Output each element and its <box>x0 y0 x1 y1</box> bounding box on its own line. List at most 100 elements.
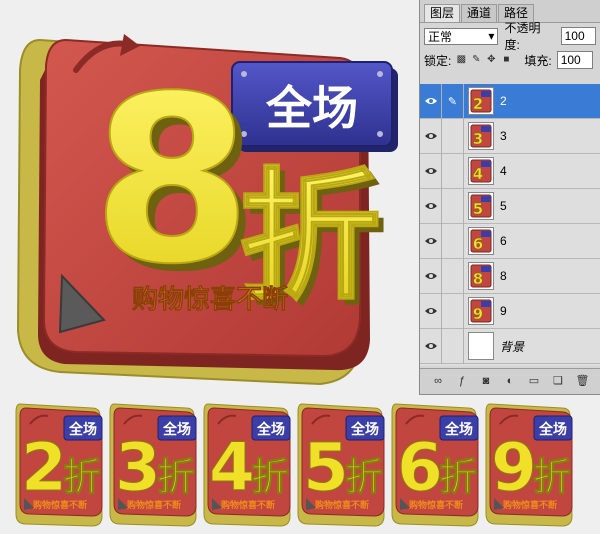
svg-text:6: 6 <box>473 235 483 253</box>
thumb-discount: 折 <box>439 455 477 499</box>
lock-label: 锁定: <box>424 53 452 68</box>
link-cell[interactable] <box>442 223 464 259</box>
layer-row[interactable]: ✎ 2 2 <box>420 83 600 119</box>
link-cell[interactable] <box>442 188 464 224</box>
visibility-eye-icon[interactable] <box>420 153 442 189</box>
layer-name: 6 <box>500 234 507 248</box>
thumb-word-all: 全场 <box>444 421 473 438</box>
layer-thumbnail: 8 <box>468 262 494 290</box>
link-cell[interactable] <box>442 328 464 364</box>
fill-input[interactable]: 100 <box>556 51 593 69</box>
layer-thumbnail <box>468 332 494 360</box>
thumb-discount: 折 <box>345 455 383 499</box>
layer-row[interactable]: 44 <box>420 153 600 189</box>
discount-thumbnail: 全场 5 折购物惊喜不断 <box>294 398 390 528</box>
link-cell[interactable] <box>442 118 464 154</box>
lock-transparency-icon[interactable]: ▩ <box>456 55 466 65</box>
big-badge-8: 全场 8 8 折 折 购物惊喜不断 <box>0 0 420 400</box>
new-group-icon[interactable]: ▭ <box>528 375 541 388</box>
layer-row[interactable]: 99 <box>420 293 600 329</box>
layer-style-icon[interactable]: ƒ <box>456 375 469 388</box>
thumb-slogan: 购物惊喜不断 <box>409 499 463 511</box>
big-badge-graphic: 全场 8 8 折 折 购物惊喜不断 <box>16 34 398 386</box>
layer-thumbnail: 4 <box>468 157 494 185</box>
svg-text:2: 2 <box>473 95 483 113</box>
discount-thumbnail: 全场 4 折购物惊喜不断 <box>200 398 296 528</box>
word-all-text: 全场 <box>265 81 358 135</box>
opacity-input[interactable]: 100 <box>560 27 596 45</box>
discount-thumbnail: 全场 6 折购物惊喜不断 <box>388 398 484 528</box>
thumb-number: 9 <box>491 429 537 506</box>
thumb-discount: 折 <box>63 455 101 499</box>
thumb-number: 5 <box>303 429 349 506</box>
layer-mask-icon[interactable]: ◙ <box>480 375 493 388</box>
visibility-eye-icon[interactable] <box>420 188 442 224</box>
layer-name: 4 <box>500 164 507 178</box>
lock-pixels-icon[interactable]: ✎ <box>471 55 481 65</box>
layer-thumbnail: 2 <box>468 87 494 115</box>
visibility-eye-icon[interactable] <box>420 83 442 119</box>
blend-mode-value: 正常 <box>428 29 453 44</box>
blend-row: 正常 ▾ 不透明度: 100 <box>420 21 600 52</box>
visibility-eye-icon[interactable] <box>420 223 442 259</box>
layer-thumbnail: 9 <box>468 297 494 325</box>
thumb-word-all: 全场 <box>162 421 191 438</box>
fill-label: 填充: <box>524 53 552 68</box>
new-layer-icon[interactable]: ❏ <box>552 375 565 388</box>
svg-text:5: 5 <box>473 200 483 218</box>
layer-list: ✎ 2 2 3 3 4 4 5 5 6 6 8 8 9 9 背景 <box>420 83 600 366</box>
layer-name: 3 <box>500 129 507 143</box>
layers-panel: 图层 通道 路径 正常 ▾ 不透明度: 100 锁定: ▩ ✎ ✥ ■ 填充: … <box>419 0 600 395</box>
thumb-number: 4 <box>209 429 255 506</box>
link-layers-icon[interactable]: ∞ <box>432 375 445 388</box>
adjustment-layer-icon[interactable]: ◐ <box>504 375 517 388</box>
layer-name: 5 <box>500 199 507 213</box>
thumb-slogan: 购物惊喜不断 <box>33 499 87 511</box>
thumb-number: 6 <box>397 429 443 506</box>
layer-name: 2 <box>500 94 507 108</box>
layer-row[interactable]: 66 <box>420 223 600 259</box>
number-text: 8 <box>92 48 252 315</box>
discount-thumbnail: 全场 9 折购物惊喜不断 <box>482 398 578 528</box>
layer-row[interactable]: 背景 <box>420 328 600 364</box>
thumb-slogan: 购物惊喜不断 <box>221 499 275 511</box>
tab-layers[interactable]: 图层 <box>424 4 461 22</box>
thumb-discount: 折 <box>533 455 571 499</box>
link-cell[interactable] <box>442 153 464 189</box>
visibility-eye-icon[interactable] <box>420 293 442 329</box>
tab-channels[interactable]: 通道 <box>461 4 498 22</box>
chevron-down-icon: ▾ <box>488 29 495 43</box>
thumb-word-all: 全场 <box>538 421 567 438</box>
lock-all-icon[interactable]: ■ <box>501 55 511 65</box>
layer-name: 9 <box>500 304 507 318</box>
brush-icon[interactable]: ✎ <box>442 83 464 119</box>
slogan-text: 购物惊喜不断 <box>132 284 288 315</box>
svg-text:3: 3 <box>473 130 483 148</box>
thumb-word-all: 全场 <box>256 421 285 438</box>
thumb-word-all: 全场 <box>350 421 379 438</box>
layer-name: 背景 <box>500 339 525 354</box>
link-cell[interactable] <box>442 258 464 294</box>
thumb-word-all: 全场 <box>68 421 97 438</box>
thumb-number: 3 <box>115 429 161 506</box>
thumb-discount: 折 <box>157 455 195 499</box>
panel-footer: ∞ ƒ ◙ ◐ ▭ ❏ 🗑 <box>420 368 600 394</box>
svg-text:4: 4 <box>473 165 483 183</box>
visibility-eye-icon[interactable] <box>420 118 442 154</box>
layer-row[interactable]: 55 <box>420 188 600 224</box>
lock-position-icon[interactable]: ✥ <box>486 55 496 65</box>
trash-icon[interactable]: 🗑 <box>576 375 590 388</box>
layer-thumbnail: 3 <box>468 122 494 150</box>
svg-text:8: 8 <box>473 270 483 288</box>
thumb-slogan: 购物惊喜不断 <box>127 499 181 511</box>
opacity-label: 不透明度: <box>504 21 541 52</box>
blend-mode-select[interactable]: 正常 ▾ <box>424 27 499 45</box>
layer-row[interactable]: 33 <box>420 118 600 154</box>
visibility-eye-icon[interactable] <box>420 258 442 294</box>
layer-thumbnail: 6 <box>468 227 494 255</box>
link-cell[interactable] <box>442 293 464 329</box>
layer-row[interactable]: 88 <box>420 258 600 294</box>
visibility-eye-icon[interactable] <box>420 328 442 364</box>
thumb-number: 2 <box>21 429 67 506</box>
thumb-slogan: 购物惊喜不断 <box>503 499 557 511</box>
